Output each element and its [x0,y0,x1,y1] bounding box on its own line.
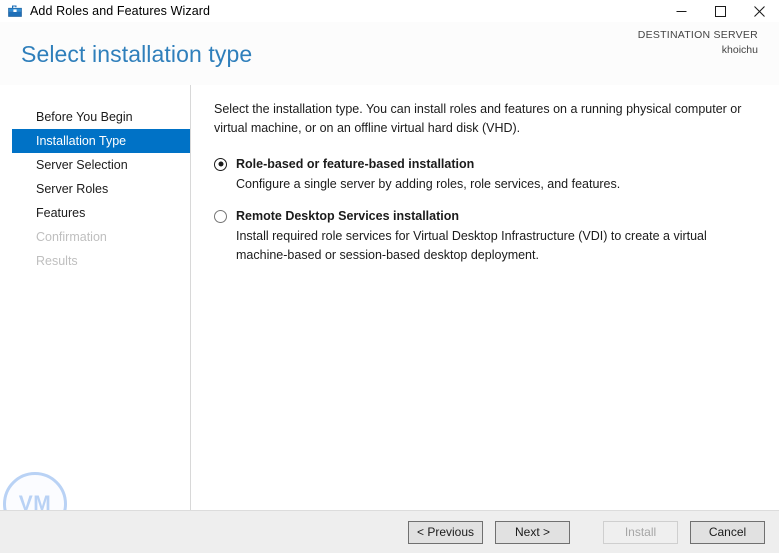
page-title: Select installation type [21,41,252,68]
wizard-window: Add Roles and Features Wizard Select ins… [0,0,779,553]
toolbox-icon [7,3,23,19]
option-remote-desktop-services-description: Install required role services for Virtu… [236,227,757,266]
sidebar-item-before-you-begin[interactable]: Before You Begin [12,105,190,129]
next-button[interactable]: Next > [495,521,570,544]
minimize-icon[interactable] [662,0,701,22]
option-role-based-row[interactable]: Role-based or feature-based installation [214,156,757,173]
intro-text: Select the installation type. You can in… [214,100,757,139]
page-header: Select installation type DESTINATION SER… [0,22,779,85]
close-icon[interactable] [740,0,779,22]
wizard-navigation: Before You Begin Installation Type Serve… [0,85,191,510]
sidebar-item-server-selection[interactable]: Server Selection [12,153,190,177]
destination-server-value: khoichu [638,43,758,58]
installation-type-options: Role-based or feature-based installation… [214,156,757,266]
option-role-based-description: Configure a single server by adding role… [236,175,757,194]
install-button: Install [603,521,678,544]
option-remote-desktop-services[interactable]: Remote Desktop Services installation Ins… [214,208,757,266]
wizard-footer: < Previous Next > Install Cancel [0,510,779,553]
option-role-based[interactable]: Role-based or feature-based installation… [214,156,757,194]
cancel-button[interactable]: Cancel [690,521,765,544]
wizard-body: Before You Begin Installation Type Serve… [0,85,779,510]
option-remote-desktop-services-row[interactable]: Remote Desktop Services installation [214,208,757,225]
option-role-based-label: Role-based or feature-based installation [236,156,474,173]
previous-button[interactable]: < Previous [408,521,483,544]
sidebar-item-installation-type[interactable]: Installation Type [12,129,190,153]
wizard-content: Select the installation type. You can in… [191,85,779,510]
option-remote-desktop-services-label: Remote Desktop Services installation [236,208,459,225]
radio-role-based[interactable] [214,158,227,171]
sidebar-item-server-roles[interactable]: Server Roles [12,177,190,201]
sidebar-item-results: Results [12,249,190,273]
sidebar-item-confirmation: Confirmation [12,225,190,249]
window-controls [662,0,779,22]
window-title: Add Roles and Features Wizard [30,4,210,18]
destination-server-label: DESTINATION SERVER [638,28,758,43]
maximize-icon[interactable] [701,0,740,22]
title-bar: Add Roles and Features Wizard [0,0,779,22]
sidebar-item-features[interactable]: Features [12,201,190,225]
destination-server-block: DESTINATION SERVER khoichu [638,28,758,58]
radio-remote-desktop-services[interactable] [214,210,227,223]
